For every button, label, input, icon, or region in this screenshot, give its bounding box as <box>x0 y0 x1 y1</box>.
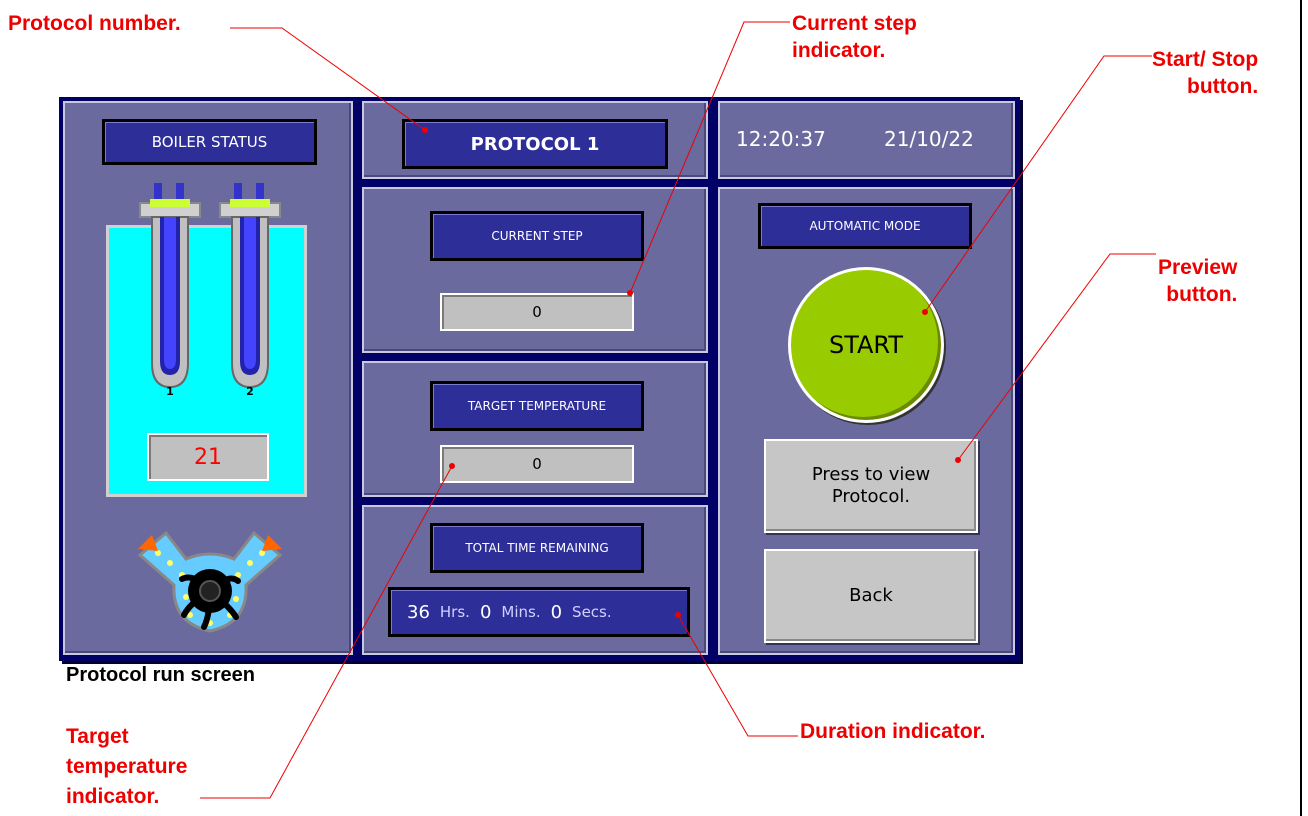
annotation-leader-lines <box>200 21 1156 799</box>
